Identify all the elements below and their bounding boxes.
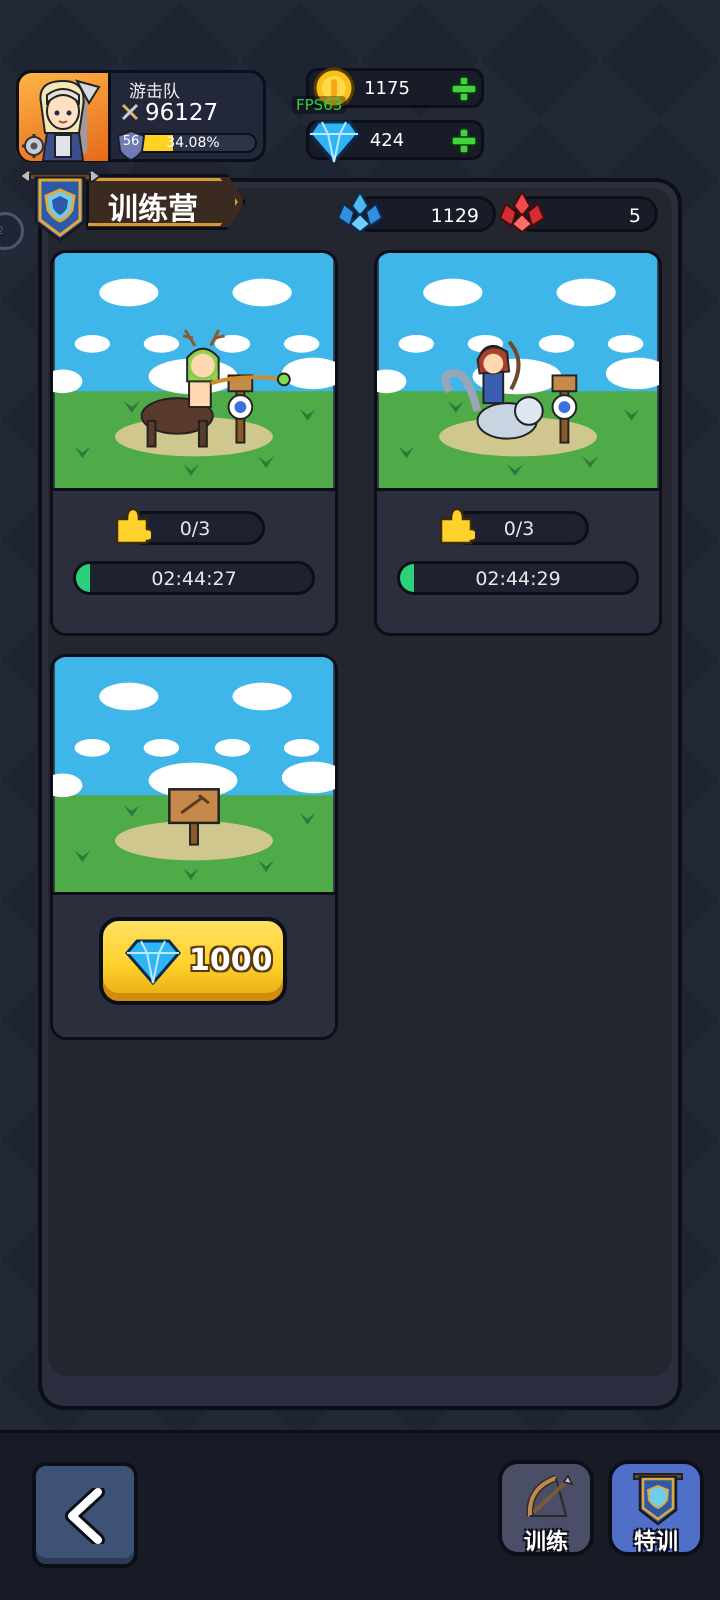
tab-special-label: 特训: [633, 1530, 678, 1555]
exp-percent: 34.08%: [166, 135, 220, 151]
tab-training-label: 训练: [523, 1530, 568, 1555]
puzzle-piece-icon: [115, 507, 151, 545]
crossed-swords-icon: [121, 103, 139, 121]
player-level: 56: [122, 134, 140, 149]
team-name: 游击队: [129, 82, 180, 102]
exp-bar: 34.08%: [129, 133, 257, 153]
tab-special-training[interactable]: 特训: [608, 1460, 704, 1556]
timer-bar-1: 02:44:27: [73, 561, 315, 595]
timer-bar-2: 02:44:29: [397, 561, 639, 595]
player-avatar[interactable]: [19, 73, 111, 161]
diamond-icon: [125, 939, 181, 985]
puzzle-piece-icon: [439, 507, 475, 545]
fps-indicator: FPS63: [292, 96, 347, 114]
training-scene-archer-rider: [377, 253, 659, 491]
unlock-slot-button[interactable]: 1000: [99, 917, 287, 1005]
back-button[interactable]: [32, 1462, 138, 1568]
empty-training-scene: [53, 657, 335, 895]
diamond-icon: [308, 120, 360, 164]
combat-power: 96127: [145, 100, 219, 126]
training-slot-2[interactable]: 0/3 02:44:29: [374, 250, 662, 636]
crossbow-icon: [526, 1474, 574, 1517]
add-diamond-plus-icon[interactable]: [451, 128, 477, 154]
banner-shield-icon: [633, 1473, 683, 1526]
tab-training[interactable]: 训练: [498, 1460, 594, 1556]
training-slot-1[interactable]: 0/3 02:44:27: [50, 250, 338, 636]
locked-training-slot[interactable]: 1000: [50, 654, 338, 1040]
blue-crystal-icon: [336, 190, 384, 234]
blue-crystal-amount: 1129: [430, 205, 479, 227]
back-arrow-icon: [65, 1488, 105, 1544]
side-menu-badge: 22: [0, 224, 4, 237]
red-crystal-amount: 5: [628, 205, 641, 227]
red-crystal-icon: [498, 190, 546, 234]
camp-banner-shield-icon: [20, 168, 100, 242]
unlock-cost: 1000: [189, 943, 273, 978]
player-profile[interactable]: 游击队 96127 34.08% 56: [16, 70, 266, 162]
add-gold-plus-icon[interactable]: [451, 76, 477, 102]
settings-gear-icon[interactable]: [21, 133, 47, 159]
timer-text: 02:44:27: [151, 568, 237, 590]
training-scene-centaur: [53, 253, 335, 491]
timer-text: 02:44:29: [475, 568, 561, 590]
page-title: 训练营: [108, 192, 198, 227]
